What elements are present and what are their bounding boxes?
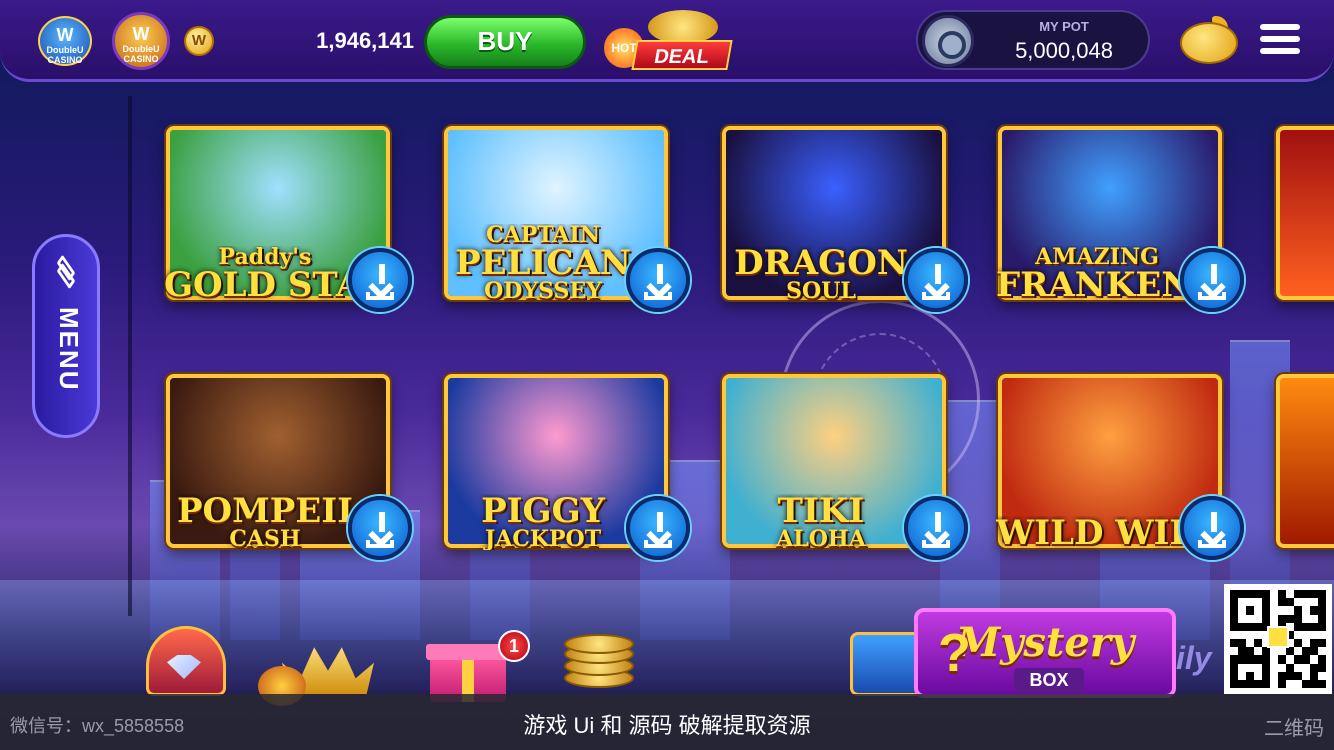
game-title-line: POMPEII — [176, 494, 354, 531]
coin-shop-button[interactable] — [564, 634, 638, 696]
game-tile[interactable]: PIGGY JACKPOT — [442, 374, 690, 560]
game-tile[interactable]: Paddy'sGOLD STACK — [164, 126, 412, 312]
game-title: Paddy'sGOLD STACK — [164, 246, 366, 302]
gifts-count-badge: 1 — [498, 630, 530, 662]
mystery-box-button[interactable]: ? Mystery BOX — [914, 608, 1176, 698]
logo-letter: W — [56, 25, 74, 45]
game-tile-partial-bottom[interactable] — [1276, 374, 1334, 548]
top-bar: W DoubleU CASINO W DoubleU CASINO W 1,94… — [0, 0, 1334, 82]
game-tile[interactable]: CAPTAIN PELICAN ODYSSEY — [442, 126, 690, 312]
side-menu-tab[interactable]: MENU — [32, 234, 100, 438]
coin-icon: W — [184, 26, 214, 56]
game-title-line: ALOHA — [776, 526, 866, 550]
game-title: DRAGON SOUL — [720, 246, 922, 302]
game-title-line: GOLD STACK — [164, 265, 366, 302]
coin-pile-icon — [648, 10, 718, 44]
vault-icon — [922, 15, 974, 67]
game-tile[interactable]: POMPEII CASH — [164, 374, 412, 560]
download-icon[interactable] — [626, 496, 690, 560]
game-title-line: PELICAN — [455, 243, 631, 283]
question-mark-icon: ? — [938, 623, 971, 683]
qr-label: 二维码 — [1264, 718, 1324, 740]
game-title-line: FRANKENSTEIN — [996, 265, 1198, 302]
download-icon[interactable] — [1180, 248, 1244, 312]
coin-balance: 1,946,141 — [316, 28, 414, 53]
qr-code — [1224, 584, 1332, 694]
game-title-line: PIGGY — [481, 494, 605, 531]
game-title-line: SOUL — [786, 278, 856, 302]
game-tile[interactable]: TIKI ALOHA — [720, 374, 968, 560]
daily-bonus-label[interactable]: ily — [1176, 640, 1226, 677]
badge-text: DoubleU CASINO — [122, 43, 160, 64]
logo-text: DoubleU CASINO — [46, 44, 84, 65]
game-title-line: CASH — [229, 526, 301, 550]
download-icon[interactable] — [348, 248, 412, 312]
download-icon[interactable] — [626, 248, 690, 312]
watermark-footer: 微信号：wx_5858558 游戏 Ui 和 源码 破解提取资源 二维码 — [0, 694, 1334, 750]
game-title: TIKI ALOHA — [720, 494, 922, 550]
piggy-bank-icon[interactable] — [1176, 12, 1242, 68]
doubleu-logo[interactable]: W DoubleU CASINO — [38, 16, 92, 66]
game-title: POMPEII CASH — [164, 494, 366, 550]
diamond-room-button[interactable] — [146, 626, 226, 696]
download-icon[interactable] — [904, 496, 968, 560]
menu-label: MENU — [54, 307, 84, 392]
buy-button[interactable]: BUY — [424, 15, 586, 69]
game-title-line: TIKI — [777, 494, 865, 531]
pot-value: 5,000,048 — [1015, 38, 1113, 63]
winners-club-button[interactable] — [258, 636, 384, 706]
download-icon[interactable] — [1180, 496, 1244, 560]
game-tile-partial-top[interactable] — [1276, 126, 1334, 300]
lobby-screen: W DoubleU CASINO W DoubleU CASINO W 1,94… — [0, 0, 1334, 750]
game-tile[interactable]: DRAGON SOUL — [720, 126, 968, 312]
mystery-box-label: BOX — [1014, 668, 1084, 692]
game-tile[interactable]: WILD WILD — [996, 374, 1244, 560]
game-tile[interactable]: AMAZINGFRANKENSTEIN — [996, 126, 1244, 312]
pot-label: MY POT — [1039, 19, 1089, 34]
game-title-line: ODYSSEY — [484, 278, 602, 302]
game-title-line: JACKPOT — [484, 526, 602, 550]
download-icon[interactable] — [348, 496, 412, 560]
download-icon[interactable] — [904, 248, 968, 312]
hamburger-menu-icon[interactable] — [1260, 24, 1300, 58]
deal-label: DEAL — [631, 40, 733, 70]
casino-profile-badge[interactable]: W DoubleU CASINO — [112, 12, 170, 70]
game-title: CAPTAIN PELICAN ODYSSEY — [442, 224, 644, 302]
game-title: PIGGY JACKPOT — [442, 494, 644, 550]
game-title-line: WILD WILD — [996, 516, 1198, 550]
game-title: AMAZINGFRANKENSTEIN — [996, 246, 1198, 302]
game-title: WILD WILD — [996, 516, 1198, 550]
badge-letter: W — [132, 24, 150, 44]
qr-logo-icon — [1267, 626, 1289, 648]
layers-icon — [53, 254, 81, 290]
side-divider — [128, 96, 132, 616]
footer-caption: 游戏 Ui 和 源码 破解提取资源 — [523, 713, 811, 738]
hot-deal-button[interactable]: HOT DEAL — [604, 10, 733, 74]
game-title-line: DRAGON — [734, 246, 908, 283]
my-pot-panel[interactable]: MY POT 5,000,048 — [916, 10, 1150, 70]
